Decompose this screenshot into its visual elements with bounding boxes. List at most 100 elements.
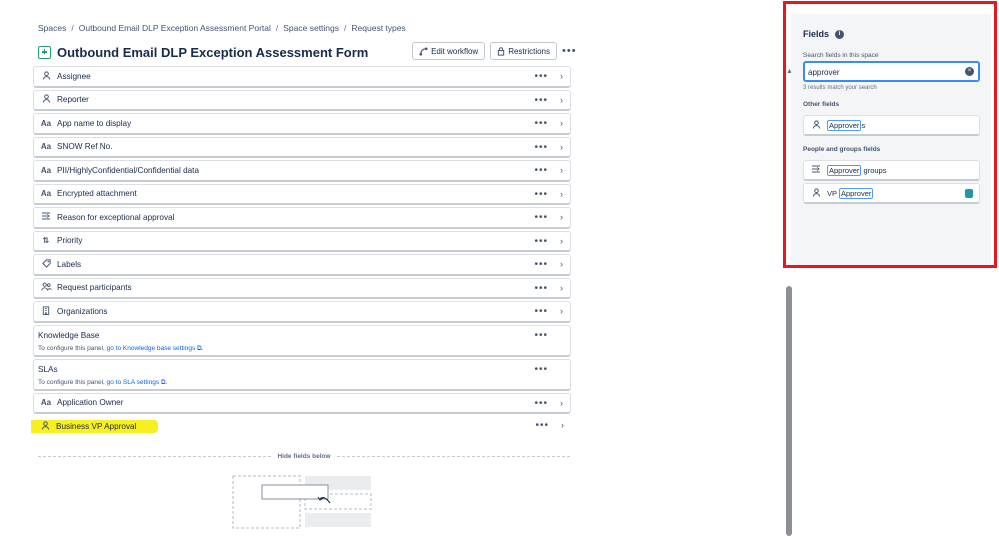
knowledge-base-panel: Knowledge Base To configure this panel, … xyxy=(33,324,571,357)
field-row-reporter[interactable]: Reporter ••• › xyxy=(33,89,571,111)
side-panel-title: Fields xyxy=(803,29,830,39)
more-icon[interactable]: ••• xyxy=(534,283,548,294)
people-icon xyxy=(40,282,52,293)
search-label: Search fields in this space xyxy=(803,52,879,59)
more-icon[interactable]: ••• xyxy=(534,236,548,247)
restrictions-label: Restrictions xyxy=(508,46,550,56)
breadcrumb-request-types[interactable]: Request types xyxy=(351,23,405,33)
chevron-right-icon[interactable]: › xyxy=(560,306,563,316)
field-label: PII/HighlyConfidential/Confidential data xyxy=(57,165,200,175)
field-row-request-participants[interactable]: Request participants ••• › xyxy=(33,277,571,299)
other-fields-heading: Other fields xyxy=(803,101,840,108)
more-icon[interactable]: ••• xyxy=(535,420,549,431)
info-icon[interactable]: i xyxy=(835,29,845,39)
field-row-encrypted-attachment[interactable]: Aa Encrypted attachment ••• › xyxy=(33,183,571,205)
chevron-right-icon[interactable]: › xyxy=(560,189,563,199)
more-icon[interactable]: ••• xyxy=(534,306,548,317)
field-name-rest: groups xyxy=(861,165,887,175)
field-row-business-vp-approval[interactable]: Business VP Approval ••• › xyxy=(31,416,571,438)
text-field-icon: Aa xyxy=(40,398,52,408)
chevron-right-icon[interactable]: › xyxy=(560,212,563,222)
field-card-approvers[interactable]: Approver s xyxy=(803,115,980,136)
more-icon[interactable]: ••• xyxy=(534,189,548,200)
more-icon[interactable]: ••• xyxy=(534,398,548,409)
breadcrumb-spaces[interactable]: Spaces xyxy=(38,23,66,33)
sla-settings-link[interactable]: go to SLA settings xyxy=(107,379,159,386)
breadcrumb-portal[interactable]: Outbound Email DLP Exception Assessment … xyxy=(79,23,271,33)
field-label: SNOW Ref No. xyxy=(57,142,113,152)
field-label: Request participants xyxy=(57,283,132,293)
edit-workflow-label: Edit workflow xyxy=(431,46,479,56)
clear-search-icon[interactable]: × xyxy=(965,67,974,76)
field-label: Labels xyxy=(57,259,82,269)
chevron-right-icon[interactable]: › xyxy=(560,259,563,269)
field-row-pii[interactable]: Aa PII/HighlyConfidential/Confidential d… xyxy=(33,160,571,182)
more-icon[interactable]: ••• xyxy=(534,259,548,270)
more-icon[interactable]: ••• xyxy=(534,95,548,106)
custom-field-badge-icon xyxy=(965,189,973,198)
field-row-assignee[interactable]: Assignee ••• › xyxy=(33,66,571,88)
hide-fields-divider: Hide fields below xyxy=(38,451,570,461)
chevron-right-icon[interactable]: › xyxy=(560,165,563,175)
breadcrumb-separator: / xyxy=(344,23,347,33)
field-row-organizations[interactable]: Organizations ••• › xyxy=(33,301,571,323)
side-panel-header: Fields i xyxy=(803,29,845,39)
more-icon[interactable]: ••• xyxy=(534,364,548,375)
search-field[interactable]: × xyxy=(803,61,980,82)
panel-title: SLAs xyxy=(38,364,58,374)
hide-fields-label: Hide fields below xyxy=(277,452,331,460)
field-name-prefix: VP xyxy=(827,188,839,198)
breadcrumb-space-settings[interactable]: Space settings xyxy=(283,23,339,33)
user-icon xyxy=(40,94,52,105)
text-field-icon: Aa xyxy=(40,142,52,152)
lock-icon xyxy=(498,46,505,56)
text-field-icon: Aa xyxy=(40,165,52,175)
panel-description: To configure this panel, go to SLA setti… xyxy=(38,379,570,387)
field-label: Priority xyxy=(57,236,83,246)
field-row-priority[interactable]: ⇅ Priority ••• › xyxy=(33,230,571,252)
text-field-icon: Aa xyxy=(40,189,52,199)
user-icon xyxy=(40,71,52,82)
text-field-icon: Aa xyxy=(40,118,52,128)
field-row-reason[interactable]: Reason for exceptional approval ••• › xyxy=(33,207,571,229)
field-label: Organizations xyxy=(57,306,108,316)
more-icon[interactable]: ••• xyxy=(534,212,548,223)
more-icon[interactable]: ••• xyxy=(534,330,548,341)
breadcrumb: Spaces / Outbound Email DLP Exception As… xyxy=(38,23,406,33)
chevron-right-icon[interactable]: › xyxy=(560,95,563,105)
paragraph-icon xyxy=(811,165,821,175)
more-icon[interactable]: ••• xyxy=(534,71,548,82)
panel-description: To configure this panel, go to Knowledge… xyxy=(38,345,570,353)
chevron-right-icon[interactable]: › xyxy=(560,398,563,408)
more-icon[interactable]: ••• xyxy=(534,165,548,176)
chevron-right-icon[interactable]: › xyxy=(560,142,563,152)
search-result-count: 3 results match your search xyxy=(803,85,877,91)
more-icon[interactable]: ••• xyxy=(534,142,548,153)
chevron-right-icon[interactable]: › xyxy=(560,283,563,293)
field-name-rest: s xyxy=(861,120,866,130)
field-card-vp-approver[interactable]: VP Approver xyxy=(803,183,980,204)
breadcrumb-separator: / xyxy=(71,23,74,33)
field-row-snow-ref[interactable]: Aa SNOW Ref No. ••• › xyxy=(33,136,571,158)
more-actions-icon[interactable]: ••• xyxy=(562,45,576,57)
restrictions-button[interactable]: Restrictions xyxy=(490,42,557,60)
field-card-approver-groups[interactable]: Approver groups xyxy=(803,160,980,181)
chevron-right-icon[interactable]: › xyxy=(560,118,563,128)
external-link-icon: ⧉. xyxy=(160,378,168,386)
field-label: Business VP Approval xyxy=(56,422,137,432)
more-icon[interactable]: ••• xyxy=(534,118,548,129)
field-label: Application Owner xyxy=(57,398,124,408)
user-icon xyxy=(811,187,821,199)
edit-workflow-button[interactable]: Edit workflow xyxy=(412,42,486,60)
search-input[interactable] xyxy=(808,66,958,78)
scrollbar[interactable] xyxy=(786,286,792,536)
field-row-app-name[interactable]: Aa App name to display ••• › xyxy=(33,113,571,135)
chevron-right-icon[interactable]: › xyxy=(560,71,563,81)
chevron-right-icon[interactable]: › xyxy=(560,236,563,246)
knowledge-base-settings-link[interactable]: go to Knowledge base settings xyxy=(107,345,196,352)
field-label: Reason for exceptional approval xyxy=(57,212,175,222)
chevron-right-icon[interactable]: › xyxy=(561,420,564,430)
field-label: Encrypted attachment xyxy=(57,189,137,199)
field-row-application-owner[interactable]: Aa Application Owner ••• › xyxy=(33,392,571,414)
field-row-labels[interactable]: Labels ••• › xyxy=(33,254,571,276)
